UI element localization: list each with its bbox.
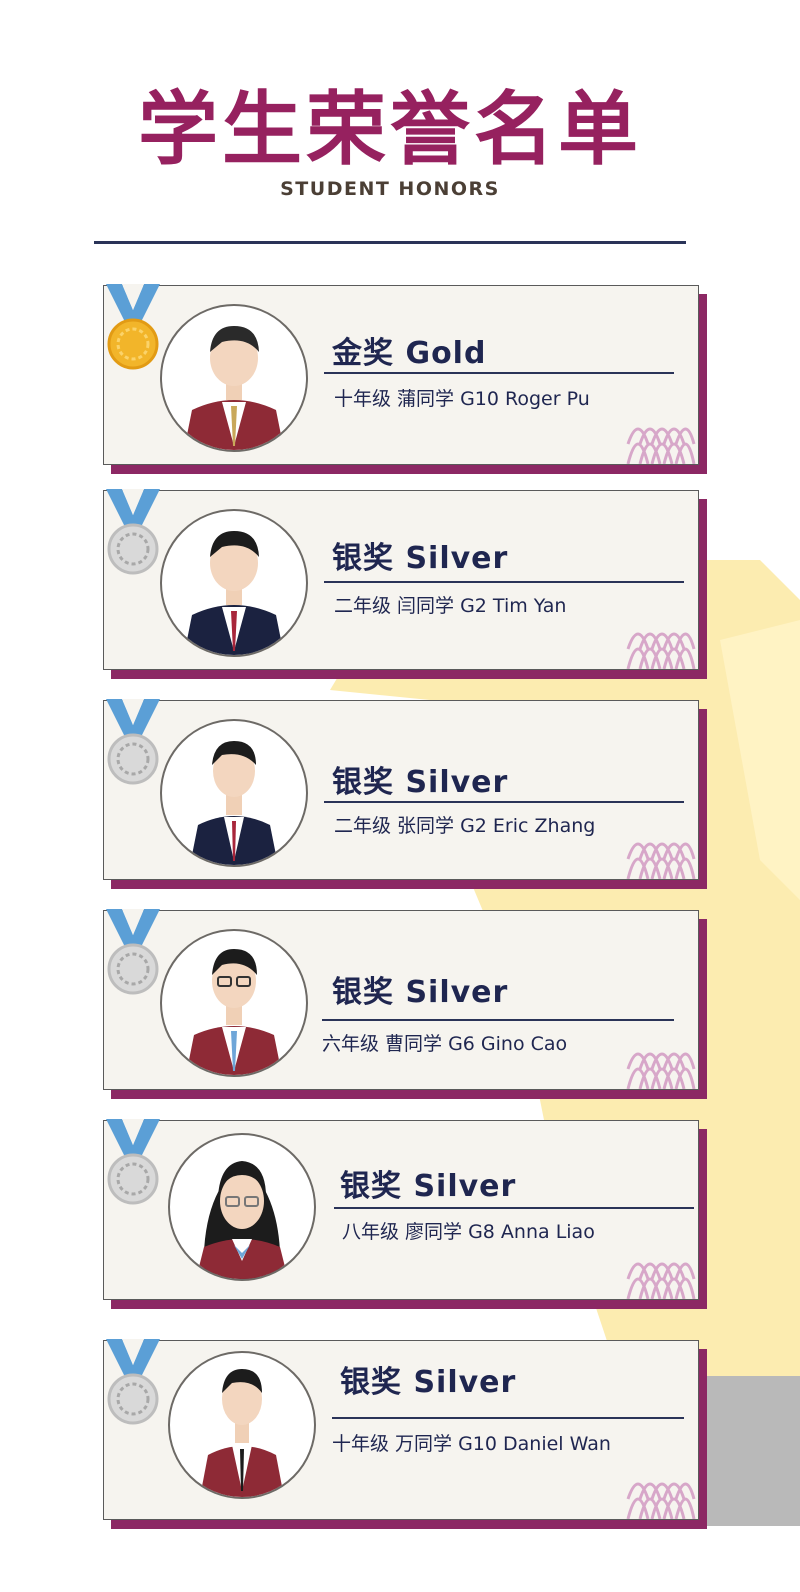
award-title: 银奖 Silver xyxy=(340,1169,517,1204)
card-face: 银奖 Silver 二年级 闫同学 G2 Tim Yan xyxy=(103,489,699,670)
student-name: 六年级 曹同学 G6 Gino Cao xyxy=(322,1033,568,1055)
award-title: 银奖 Silver xyxy=(332,765,509,800)
student-photo xyxy=(160,304,308,452)
arch-pattern-icon xyxy=(626,1482,696,1519)
award-divider xyxy=(332,1417,684,1419)
silver-medal-icon xyxy=(106,1119,160,1205)
student-photo xyxy=(160,719,308,867)
award-title: 银奖 Silver xyxy=(332,975,509,1010)
card-face: 银奖 Silver 八年级 廖同学 G8 Anna Liao xyxy=(103,1119,699,1300)
award-divider xyxy=(334,1207,694,1209)
student-name: 二年级 张同学 G2 Eric Zhang xyxy=(334,815,596,837)
student-photo xyxy=(168,1351,316,1499)
award-divider xyxy=(324,581,684,583)
silver-medal-icon xyxy=(106,909,160,995)
silver-medal-icon xyxy=(106,699,160,785)
student-name: 十年级 蒲同学 G10 Roger Pu xyxy=(334,388,590,410)
honor-card: 银奖 Silver 十年级 万同学 G10 Daniel Wan xyxy=(103,1339,707,1529)
silver-medal-icon xyxy=(106,489,160,575)
honor-card: 银奖 Silver 二年级 闫同学 G2 Tim Yan xyxy=(103,489,707,679)
card-face: 金奖 Gold 十年级 蒲同学 G10 Roger Pu xyxy=(103,284,699,465)
student-name: 十年级 万同学 G10 Daniel Wan xyxy=(332,1433,611,1455)
honor-card: 金奖 Gold 十年级 蒲同学 G10 Roger Pu xyxy=(103,284,707,474)
arch-pattern-icon xyxy=(626,1052,696,1089)
card-face: 银奖 Silver 十年级 万同学 G10 Daniel Wan xyxy=(103,1339,699,1520)
student-photo xyxy=(160,929,308,1077)
award-title: 银奖 Silver xyxy=(332,541,509,576)
arch-pattern-icon xyxy=(626,842,696,879)
page-title: 学生荣誉名单 xyxy=(138,83,642,176)
card-face: 银奖 Silver 二年级 张同学 G2 Eric Zhang xyxy=(103,699,699,880)
gold-medal-icon xyxy=(106,284,160,370)
award-title: 银奖 Silver xyxy=(340,1365,517,1400)
honor-card: 银奖 Silver 八年级 廖同学 G8 Anna Liao xyxy=(103,1119,707,1309)
honor-card: 银奖 Silver 六年级 曹同学 G6 Gino Cao xyxy=(103,909,707,1099)
arch-pattern-icon xyxy=(626,427,696,464)
honor-card: 银奖 Silver 二年级 张同学 G2 Eric Zhang xyxy=(103,699,707,889)
award-divider xyxy=(324,801,684,803)
student-photo xyxy=(168,1133,316,1281)
award-divider xyxy=(322,1019,674,1021)
silver-medal-icon xyxy=(106,1339,160,1425)
page-subtitle: STUDENT HONORS xyxy=(280,178,500,200)
header-divider xyxy=(94,241,686,244)
student-name: 二年级 闫同学 G2 Tim Yan xyxy=(334,595,567,617)
award-title: 金奖 Gold xyxy=(332,336,487,371)
award-divider xyxy=(324,372,674,374)
student-photo xyxy=(160,509,308,657)
background-gray-block xyxy=(700,1376,800,1526)
arch-pattern-icon xyxy=(626,632,696,669)
student-name: 八年级 廖同学 G8 Anna Liao xyxy=(342,1221,595,1243)
arch-pattern-icon xyxy=(626,1262,696,1299)
card-face: 银奖 Silver 六年级 曹同学 G6 Gino Cao xyxy=(103,909,699,1090)
